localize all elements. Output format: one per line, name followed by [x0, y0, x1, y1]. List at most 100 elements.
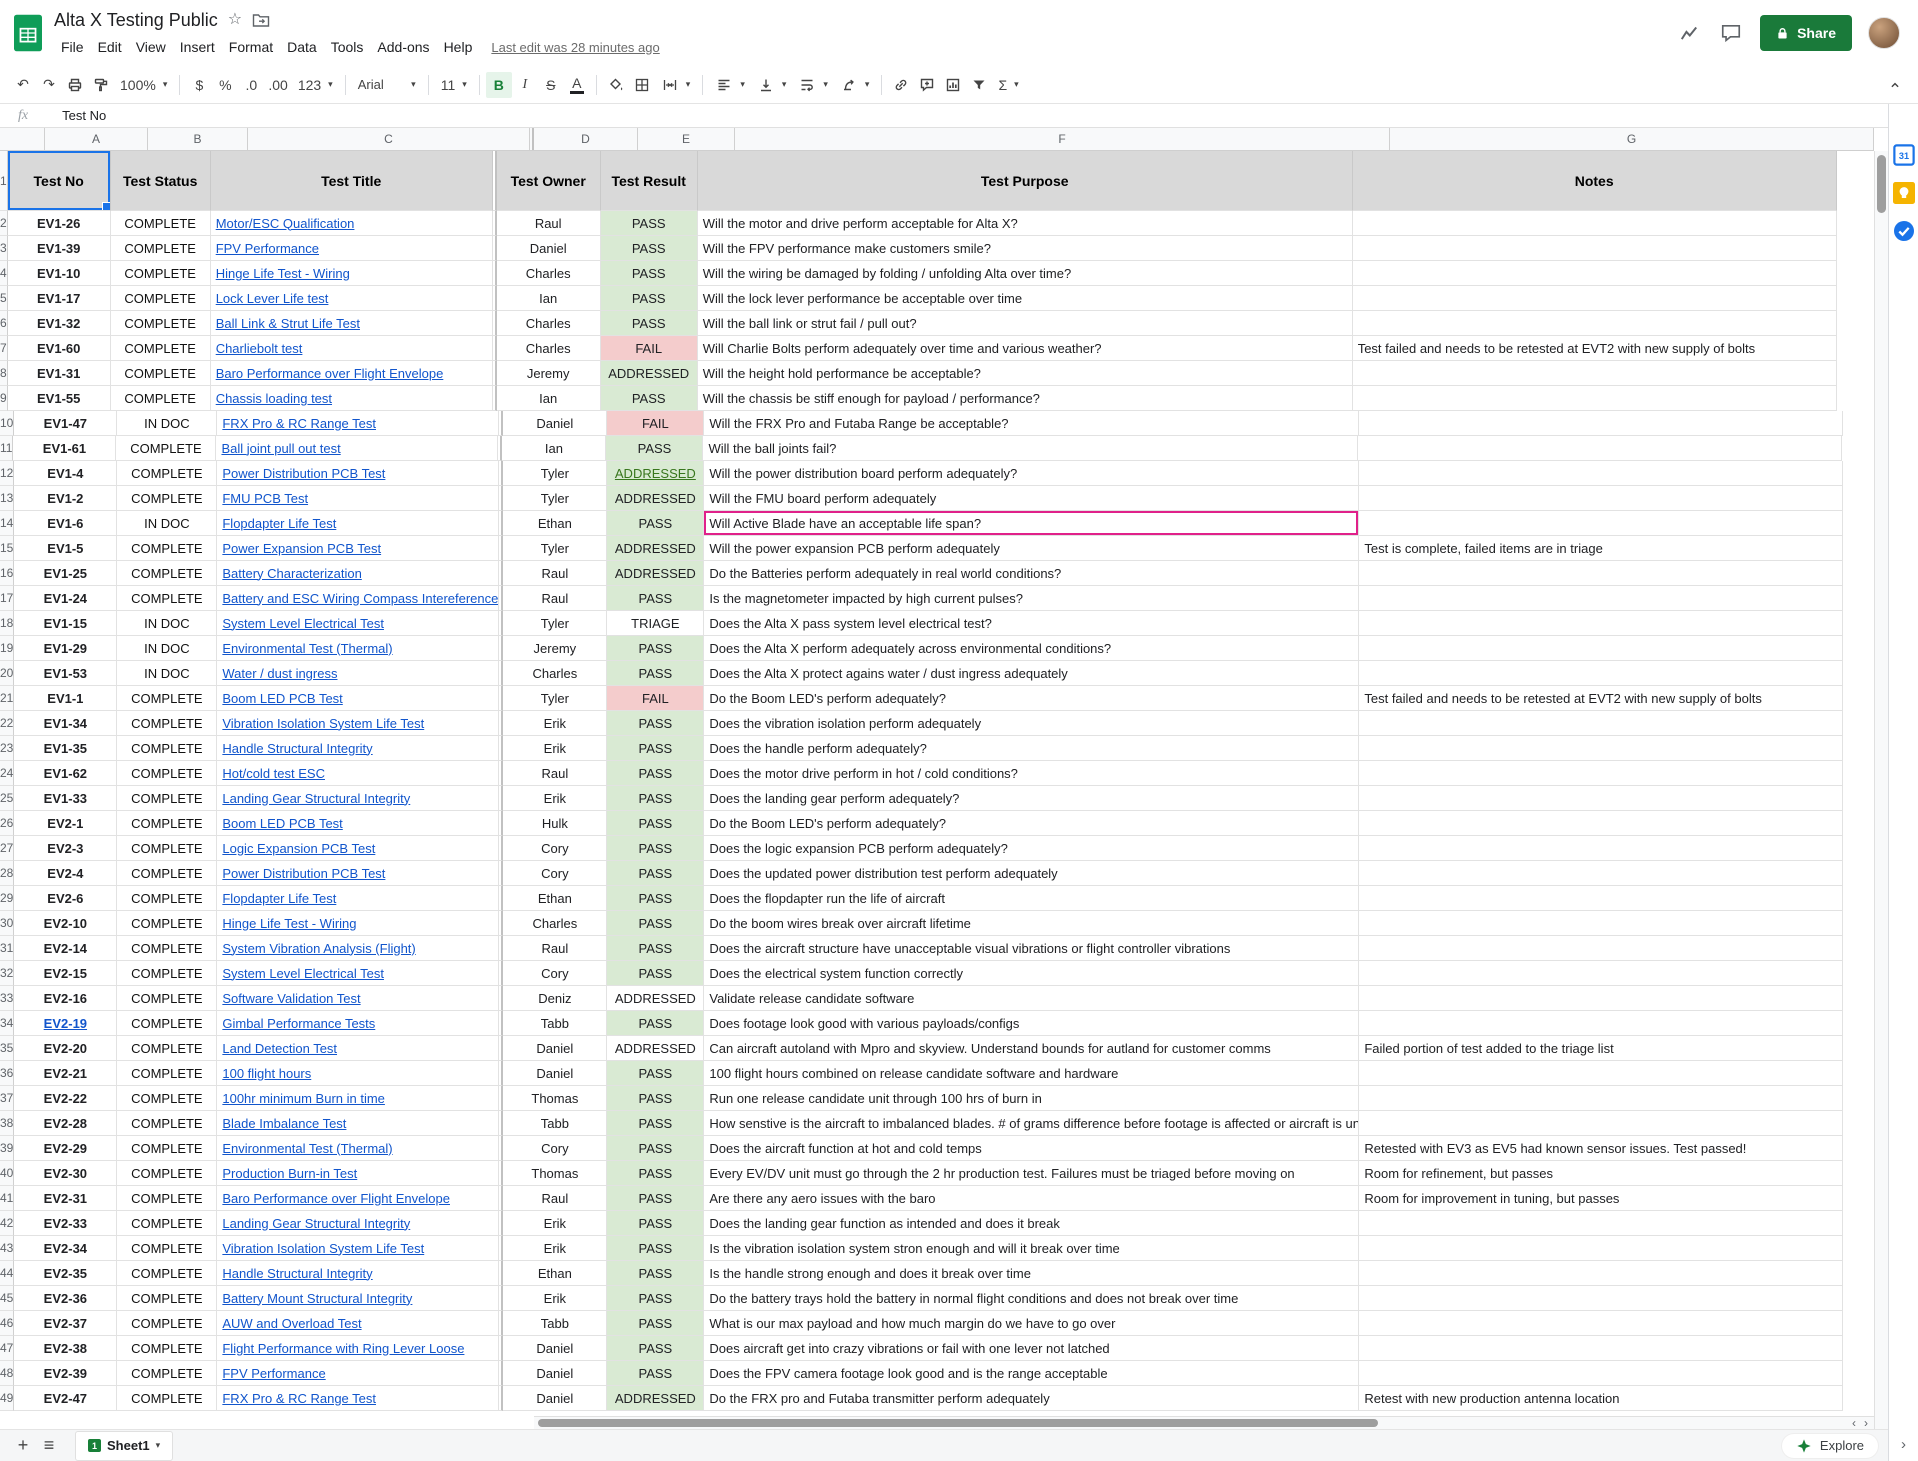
cell-test-no[interactable]: EV1-10 — [8, 261, 111, 286]
cell-notes[interactable] — [1359, 836, 1843, 861]
cell-test-purpose[interactable]: Do the FRX pro and Futaba transmitter pe… — [704, 1386, 1359, 1411]
row-number[interactable]: 8 — [0, 361, 8, 386]
row-number[interactable]: 22 — [0, 711, 14, 736]
cell-test-title[interactable]: Baro Performance over Flight Envelope — [211, 361, 493, 386]
cell-test-title[interactable]: FMU PCB Test — [217, 486, 499, 511]
strikethrough-button[interactable]: S — [538, 72, 564, 98]
menu-file[interactable]: File — [54, 36, 91, 58]
row-number[interactable]: 24 — [0, 761, 14, 786]
cell-test-result[interactable]: PASS — [607, 1236, 704, 1261]
column-header-b[interactable]: B — [148, 128, 248, 150]
cell-test-no[interactable]: EV1-6 — [14, 511, 117, 536]
row-number[interactable]: 33 — [0, 986, 14, 1011]
cell-test-result[interactable]: PASS — [607, 961, 704, 986]
cell-test-title[interactable]: Handle Structural Integrity — [217, 736, 499, 761]
cell-test-result[interactable]: PASS — [607, 861, 704, 886]
row-number[interactable]: 11 — [0, 436, 13, 461]
cell-test-status[interactable]: IN DOC — [117, 411, 217, 436]
format-currency-button[interactable]: $ — [186, 72, 212, 98]
cell-test-status[interactable]: COMPLETE — [117, 1111, 217, 1136]
row-number[interactable]: 7 — [0, 336, 8, 361]
cell-test-owner[interactable]: Raul — [503, 586, 607, 611]
cell-test-title[interactable]: Logic Expansion PCB Test — [217, 836, 499, 861]
cell-c1[interactable]: Test Title — [211, 151, 493, 211]
cell-test-result[interactable]: ADDRESSED — [607, 561, 704, 586]
cell-notes[interactable] — [1359, 811, 1843, 836]
cell-test-result[interactable]: PASS — [607, 636, 704, 661]
cell-test-title[interactable]: System Level Electrical Test — [217, 961, 499, 986]
row-number[interactable]: 49 — [0, 1386, 14, 1411]
row-number[interactable]: 21 — [0, 686, 14, 711]
cell-notes[interactable] — [1359, 711, 1843, 736]
cell-test-result[interactable]: PASS — [601, 286, 698, 311]
cell-test-result[interactable]: PASS — [607, 1361, 704, 1386]
cell-test-result[interactable]: PASS — [607, 811, 704, 836]
menu-edit[interactable]: Edit — [91, 36, 129, 58]
cell-test-title[interactable]: Motor/ESC Qualification — [211, 211, 493, 236]
cell-test-purpose[interactable]: Will the chassis be stiff enough for pay… — [698, 386, 1353, 411]
text-wrap-icon[interactable]: ▾ — [792, 72, 834, 98]
cell-test-purpose[interactable]: Does the Alta X protect agains water / d… — [704, 661, 1359, 686]
cell-test-title[interactable]: Flopdapter Life Test — [217, 886, 499, 911]
cell-test-owner[interactable]: Tabb — [503, 1111, 607, 1136]
cell-test-result[interactable]: PASS — [607, 786, 704, 811]
cell-test-result[interactable]: PASS — [607, 886, 704, 911]
cell-notes[interactable] — [1359, 1011, 1843, 1036]
insert-chart-icon[interactable] — [940, 72, 966, 98]
cell-notes[interactable] — [1359, 1061, 1843, 1086]
cell-notes[interactable]: Room for refinement, but passes — [1359, 1161, 1843, 1186]
cell-notes[interactable] — [1353, 386, 1837, 411]
cell-test-no[interactable]: EV2-1 — [14, 811, 117, 836]
row-number[interactable]: 2 — [0, 211, 8, 236]
cell-test-owner[interactable]: Jeremy — [497, 361, 601, 386]
cell-test-result[interactable]: ADDRESSED — [607, 461, 704, 486]
cell-test-owner[interactable]: Erik — [503, 786, 607, 811]
collapse-toolbar-icon[interactable] — [1882, 72, 1908, 98]
cell-test-status[interactable]: COMPLETE — [117, 936, 217, 961]
cell-test-result[interactable]: PASS — [607, 1011, 704, 1036]
cell-test-result[interactable]: PASS — [607, 761, 704, 786]
cell-test-owner[interactable]: Thomas — [503, 1161, 607, 1186]
cell-test-purpose[interactable]: Does the handle perform adequately? — [704, 736, 1359, 761]
cell-test-purpose[interactable]: Does the landing gear perform adequately… — [704, 786, 1359, 811]
cell-test-owner[interactable]: Cory — [503, 1136, 607, 1161]
cell-notes[interactable]: Test failed and needs to be retested at … — [1359, 686, 1843, 711]
cell-notes[interactable] — [1359, 1336, 1843, 1361]
cell-notes[interactable]: Retested with EV3 as EV5 had known senso… — [1359, 1136, 1843, 1161]
cell-test-result[interactable]: ADDRESSED — [607, 536, 704, 561]
cell-notes[interactable]: Test failed and needs to be retested at … — [1353, 336, 1837, 361]
cell-test-owner[interactable]: Daniel — [503, 1386, 607, 1411]
cell-test-owner[interactable]: Charles — [503, 661, 607, 686]
cell-test-purpose[interactable]: Will the power expansion PCB perform ade… — [704, 536, 1359, 561]
cell-test-result[interactable]: PASS — [601, 261, 698, 286]
cell-test-owner[interactable]: Erik — [503, 711, 607, 736]
cell-test-title[interactable]: Blade Imbalance Test — [217, 1111, 499, 1136]
vertical-align-icon[interactable]: ▾ — [751, 72, 793, 98]
more-formats-button[interactable]: 123▾ — [292, 72, 339, 98]
sheet-tab[interactable]: 1 Sheet1 ▾ — [76, 1432, 172, 1460]
menu-addons[interactable]: Add-ons — [370, 36, 436, 58]
cell-test-status[interactable]: COMPLETE — [117, 1286, 217, 1311]
cell-test-title[interactable]: FRX Pro & RC Range Test — [217, 1386, 499, 1411]
cell-test-title[interactable]: Boom LED PCB Test — [217, 686, 499, 711]
cell-test-status[interactable]: COMPLETE — [117, 686, 217, 711]
cell-test-status[interactable]: IN DOC — [117, 611, 217, 636]
decrease-decimals-button[interactable]: .0 — [238, 72, 264, 98]
cell-test-owner[interactable]: Hulk — [503, 811, 607, 836]
cell-test-result[interactable]: PASS — [607, 736, 704, 761]
row-number[interactable]: 1 — [0, 151, 8, 211]
cell-test-title[interactable]: Environmental Test (Thermal) — [217, 1136, 499, 1161]
cell-test-result[interactable]: FAIL — [601, 336, 698, 361]
cell-test-result[interactable]: PASS — [607, 911, 704, 936]
cell-test-no[interactable]: EV1-47 — [14, 411, 117, 436]
row-number[interactable]: 43 — [0, 1236, 14, 1261]
cell-test-result[interactable]: PASS — [607, 1336, 704, 1361]
cell-test-title[interactable]: Landing Gear Structural Integrity — [217, 786, 499, 811]
comment-history-icon[interactable] — [1718, 20, 1744, 46]
cell-test-title[interactable]: Hinge Life Test - Wiring — [217, 911, 499, 936]
keep-icon[interactable] — [1893, 182, 1915, 204]
cell-test-purpose[interactable]: Is the vibration isolation system stron … — [704, 1236, 1359, 1261]
cell-test-result[interactable]: ADDRESSED — [607, 1386, 704, 1411]
cell-test-owner[interactable]: Daniel — [503, 1361, 607, 1386]
cell-test-no[interactable]: EV2-33 — [14, 1211, 117, 1236]
